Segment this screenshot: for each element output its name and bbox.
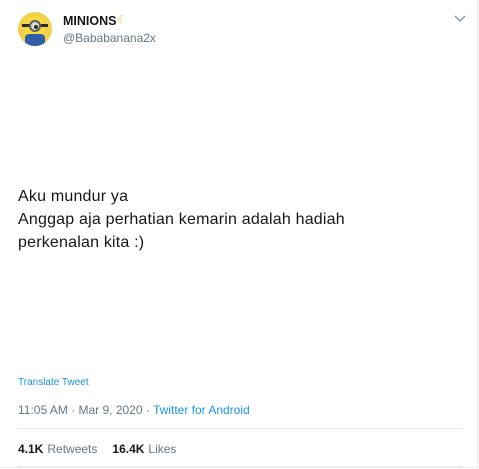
tweet-time[interactable]: 11:05 AM [18, 403, 68, 417]
tweet-text-line: Anggap aja perhatian kemarin adalah hadi… [18, 211, 345, 228]
author-display-name-text: MINIONS [63, 13, 117, 28]
tweet-text: Aku mundur ya Anggap aja perhatian kemar… [18, 185, 458, 254]
divider [18, 428, 462, 429]
divider [18, 466, 462, 467]
tweet-text-line: Aku mundur ya [18, 188, 129, 205]
tweet-text-line: perkenalan kita :) [18, 234, 145, 251]
likes-count: 16.4K [112, 442, 145, 456]
retweets-count: 4.1K [18, 442, 44, 456]
crescent-moon-icon: ☾ [117, 14, 128, 26]
tweet-date[interactable]: Mar 9, 2020 [78, 403, 142, 417]
tweet-source[interactable]: Twitter for Android [153, 403, 250, 417]
meta-separator: · [67, 403, 79, 417]
likes-label: Likes [148, 442, 177, 456]
tweet-stats: 4.1K Retweets 16.4K Likes [18, 442, 191, 456]
tweet-card: MINIONS ☾ @Bababanana2x Aku mundur ya An… [0, 0, 478, 468]
chevron-down-icon[interactable] [453, 14, 467, 24]
avatar[interactable] [18, 12, 52, 46]
likes-stat[interactable]: 16.4K Likes [112, 442, 176, 456]
retweets-stat[interactable]: 4.1K Retweets [18, 442, 97, 456]
avatar-minion-overalls [25, 34, 45, 46]
meta-separator: · [142, 403, 153, 417]
tweet-header: MINIONS ☾ @Bababanana2x [18, 12, 156, 46]
tweet-meta: 11:05 AM · Mar 9, 2020 · Twitter for And… [18, 403, 250, 417]
retweets-label: Retweets [47, 442, 98, 456]
author-names: MINIONS ☾ @Bababanana2x [63, 14, 156, 45]
author-display-name[interactable]: MINIONS ☾ [63, 14, 156, 28]
avatar-goggle [29, 20, 41, 32]
translate-tweet-link[interactable]: Translate Tweet [18, 377, 89, 388]
author-handle[interactable]: @Bababanana2x [63, 31, 156, 45]
